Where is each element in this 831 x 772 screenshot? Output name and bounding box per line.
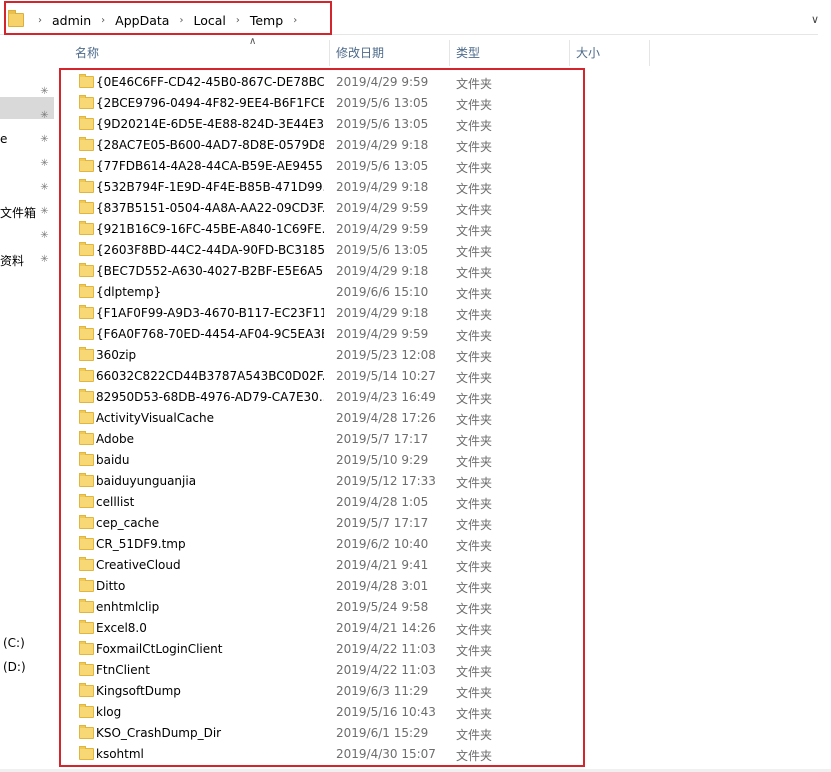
file-list-highlight-box — [59, 68, 585, 767]
column-type[interactable]: 类型 — [456, 40, 480, 66]
pin-icon: ✳ — [40, 134, 49, 145]
sidebar-drive-d[interactable]: (D:) — [3, 660, 26, 674]
column-divider[interactable] — [649, 40, 650, 66]
pin-icon: ✳ — [40, 158, 49, 169]
pin-icon: ✳ — [40, 230, 49, 241]
sidebar-item-label[interactable]: 资料 — [0, 252, 24, 269]
pin-icon: ✳ — [40, 182, 49, 193]
sidebar-drive-c[interactable]: (C:) — [3, 636, 25, 650]
column-divider[interactable] — [329, 40, 330, 66]
pin-icon: ✳ — [40, 110, 49, 121]
pin-icon: ✳ — [40, 254, 49, 265]
sort-ascending-icon: ∧ — [249, 36, 257, 47]
column-size[interactable]: 大小 — [576, 40, 600, 66]
chevron-down-icon[interactable]: ∨ — [811, 14, 823, 26]
pin-icon: ✳ — [40, 86, 49, 97]
pin-icon: ✳ — [40, 206, 49, 217]
column-divider[interactable] — [449, 40, 450, 66]
column-divider[interactable] — [569, 40, 570, 66]
sidebar-item-label[interactable]: e — [0, 132, 7, 146]
column-header: ∧ 名称 修改日期 类型 大小 — [56, 36, 831, 66]
address-highlight-box — [4, 1, 332, 35]
sidebar-item-label[interactable]: 文件箱 — [0, 204, 36, 221]
address-bar: › admin › AppData › Local › Temp › ∨ — [0, 0, 831, 40]
column-name[interactable]: 名称 — [75, 40, 99, 66]
navigation-pane: ✳ ✳ e ✳ ✳ ✳ 文件箱 ✳ ✳ 资料 ✳ (C:) (D:) — [0, 40, 55, 772]
column-date[interactable]: 修改日期 — [336, 40, 384, 66]
